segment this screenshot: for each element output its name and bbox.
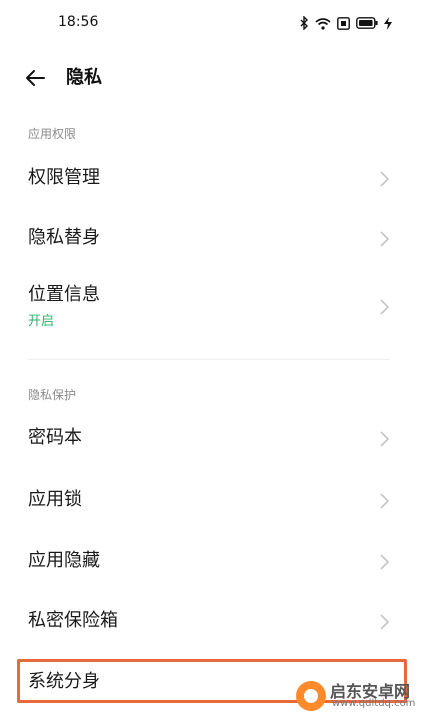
row-app-lock[interactable]: 应用锁: [0, 478, 422, 524]
page-title: 隐私: [66, 67, 102, 88]
chevron-right-icon: [380, 493, 390, 509]
watermark: 启东安卓网 www.qdltdq.com: [296, 678, 416, 714]
wifi-icon: [315, 17, 331, 30]
row-label: 隐私替身: [28, 227, 100, 248]
battery-icon: [356, 17, 378, 29]
back-button[interactable]: [22, 64, 50, 92]
row-privacy-substitute[interactable]: 隐私替身: [0, 216, 422, 262]
watermark-url: www.qdltdq.com: [332, 698, 416, 709]
status-bar: 18:56: [0, 0, 422, 46]
row-label: 位置信息: [28, 284, 100, 305]
chevron-right-icon: [380, 554, 390, 570]
row-label: 应用锁: [28, 489, 82, 510]
status-time: 18:56: [58, 14, 99, 30]
section-label-app-permissions: 应用权限: [28, 127, 77, 141]
page-header: 隐私: [0, 56, 422, 100]
row-label: 密码本: [28, 427, 82, 448]
row-label: 应用隐藏: [28, 550, 100, 571]
bluetooth-icon: [299, 16, 309, 30]
row-private-safe[interactable]: 私密保险箱: [0, 599, 422, 645]
row-password-book[interactable]: 密码本: [0, 416, 422, 462]
section-divider: [28, 359, 390, 360]
status-icons: [299, 14, 392, 32]
arrow-left-icon: [26, 70, 45, 86]
chevron-right-icon: [380, 431, 390, 447]
chevron-right-icon: [380, 614, 390, 630]
row-location-info[interactable]: 位置信息 开启: [0, 278, 422, 338]
chevron-right-icon: [380, 299, 390, 315]
row-label: 权限管理: [28, 167, 100, 188]
nfc-icon: [337, 16, 350, 30]
row-status-on: 开启: [28, 314, 55, 329]
row-permission-manager[interactable]: 权限管理: [0, 156, 422, 202]
row-app-hide[interactable]: 应用隐藏: [0, 539, 422, 585]
chevron-right-icon: [380, 231, 390, 247]
row-label: 私密保险箱: [28, 610, 118, 631]
section-label-privacy-protection: 隐私保护: [28, 388, 77, 402]
chevron-right-icon: [380, 171, 390, 187]
charging-icon: [384, 16, 392, 30]
watermark-logo-icon: [296, 681, 326, 711]
